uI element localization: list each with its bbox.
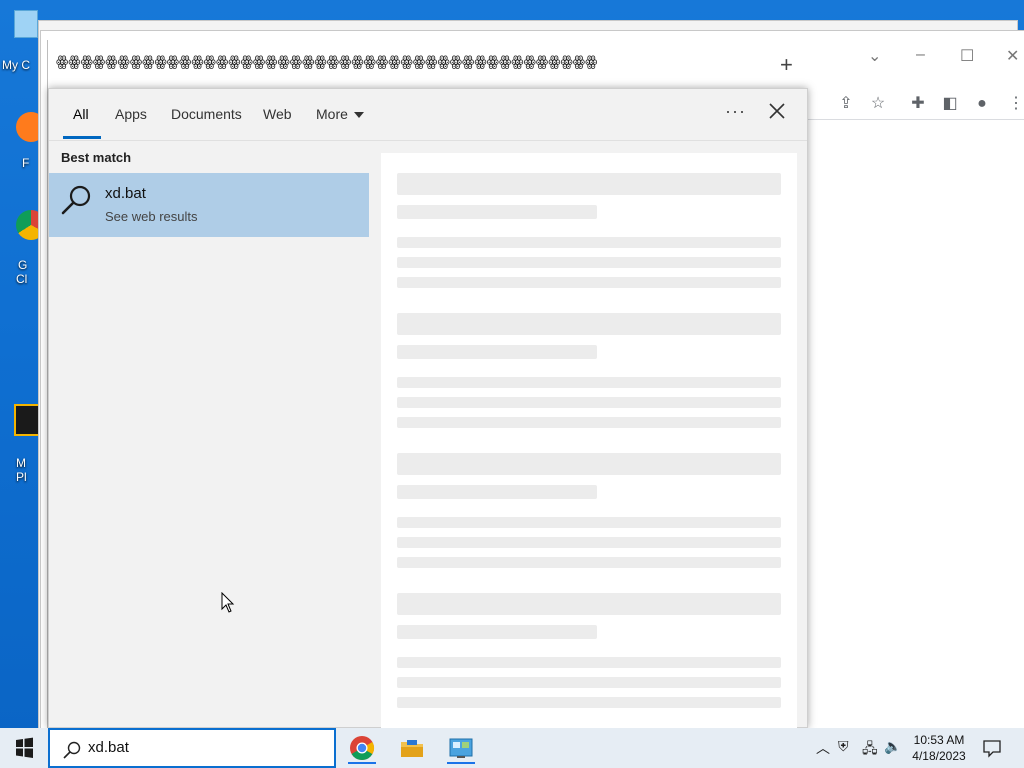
profile-icon[interactable]: ●: [970, 92, 994, 116]
file-explorer-icon: [401, 740, 423, 757]
star-icon[interactable]: ☆: [866, 92, 890, 116]
loading-placeholder: [397, 397, 781, 408]
loading-placeholder: [397, 677, 781, 688]
clock-time: 10:53 AM: [913, 733, 965, 747]
loading-placeholder: [397, 173, 781, 195]
result-subtitle: See web results: [105, 209, 198, 224]
tab-more-label: More: [316, 106, 348, 122]
preview-pane-loading: [381, 153, 797, 733]
mouse-cursor-icon: [221, 592, 235, 613]
extensions-icon[interactable]: ✚: [906, 92, 930, 116]
tab-web[interactable]: Web: [263, 106, 292, 122]
desktop-label-chrome-1: G: [18, 258, 28, 272]
network-icon[interactable]: 🖧: [862, 738, 878, 762]
search-panel-header: All Apps Documents Web More ···: [49, 89, 807, 141]
taskbar-search-box[interactable]: [48, 728, 336, 768]
share-icon[interactable]: ⇪: [834, 92, 858, 116]
loading-placeholder: [397, 593, 781, 615]
control-panel-icon: [449, 738, 473, 758]
windows-start-icon[interactable]: [0, 728, 48, 768]
loading-placeholder: [397, 205, 597, 219]
tab-apps[interactable]: Apps: [115, 106, 147, 122]
loading-placeholder: [397, 453, 781, 475]
result-title: xd.bat: [105, 185, 146, 202]
loading-placeholder: [397, 657, 781, 668]
desktop-icon-my-computer[interactable]: [14, 10, 38, 38]
loading-placeholder: [397, 377, 781, 388]
loading-placeholder: [397, 625, 597, 639]
desktop-label-media-1: M: [16, 456, 26, 470]
tab-all[interactable]: All: [73, 106, 89, 122]
start-search-panel: All Apps Documents Web More ··· Best mat…: [48, 88, 808, 733]
chrome-taskbar-button[interactable]: [346, 732, 378, 764]
desktop-label-my-computer: My C: [2, 58, 30, 72]
running-indicator: [348, 762, 376, 764]
running-indicator: [447, 762, 475, 764]
maximize-button[interactable]: ☐: [960, 46, 974, 66]
loading-placeholder: [397, 417, 781, 428]
clock[interactable]: 10:53 AM 4/18/2023: [906, 732, 972, 764]
close-window-button[interactable]: ✕: [1006, 46, 1019, 66]
loading-placeholder: [397, 345, 597, 359]
best-match-result[interactable]: xd.bat See web results: [49, 173, 369, 237]
tab-more[interactable]: More: [316, 106, 364, 122]
search-icon: [61, 185, 91, 215]
loading-placeholder: [397, 237, 781, 248]
loading-placeholder: [397, 697, 781, 708]
options-button[interactable]: ···: [725, 101, 746, 122]
chevron-down-icon: [353, 112, 364, 119]
chevron-up-icon[interactable]: ︿: [816, 738, 830, 758]
desktop-label-media-2: Pl: [16, 470, 27, 484]
clock-date: 4/18/2023: [912, 749, 966, 763]
notification-icon[interactable]: [982, 738, 1002, 758]
chrome-tabstrip: ꙮꙮꙮꙮꙮꙮꙮꙮꙮꙮꙮꙮꙮꙮꙮꙮꙮꙮꙮꙮꙮꙮꙮꙮꙮꙮꙮꙮꙮꙮꙮꙮꙮꙮꙮꙮꙮꙮꙮꙮ…: [48, 40, 1024, 88]
menu-icon[interactable]: ⋮: [1004, 92, 1024, 116]
tab-search-icon[interactable]: ⌄: [868, 46, 881, 66]
search-input[interactable]: [88, 739, 308, 756]
loading-placeholder: [397, 517, 781, 528]
desktop-label-firefox: F: [22, 156, 30, 170]
security-icon[interactable]: ⛨: [838, 738, 849, 755]
best-match-heading: Best match: [61, 150, 132, 165]
loading-placeholder: [397, 557, 781, 568]
close-icon[interactable]: [765, 99, 789, 123]
chrome-tab[interactable]: ꙮꙮꙮꙮꙮꙮꙮꙮꙮꙮꙮꙮꙮꙮꙮꙮꙮꙮꙮꙮꙮꙮꙮꙮꙮꙮꙮꙮꙮꙮꙮꙮꙮꙮꙮꙮꙮꙮꙮꙮ…: [56, 54, 748, 80]
new-tab-button[interactable]: +: [780, 52, 793, 78]
taskbar: ︿ ⛨ 🖧 🔈 10:53 AM 4/18/2023: [0, 728, 1024, 768]
desktop-label-chrome-2: Cl: [16, 272, 28, 286]
file-explorer-taskbar-button[interactable]: [396, 732, 428, 764]
loading-placeholder: [397, 277, 781, 288]
loading-placeholder: [397, 485, 597, 499]
loading-placeholder: [397, 537, 781, 548]
search-icon: [63, 741, 81, 759]
loading-placeholder: [397, 257, 781, 268]
chrome-icon: [350, 736, 375, 761]
volume-icon[interactable]: 🔈: [884, 738, 901, 755]
side-panel-icon[interactable]: ◧: [938, 92, 962, 116]
active-tab-indicator: [63, 136, 101, 139]
loading-placeholder: [397, 313, 781, 335]
control-panel-taskbar-button[interactable]: [445, 732, 477, 764]
minimize-button[interactable]: –: [916, 46, 925, 64]
tab-documents[interactable]: Documents: [171, 106, 242, 122]
